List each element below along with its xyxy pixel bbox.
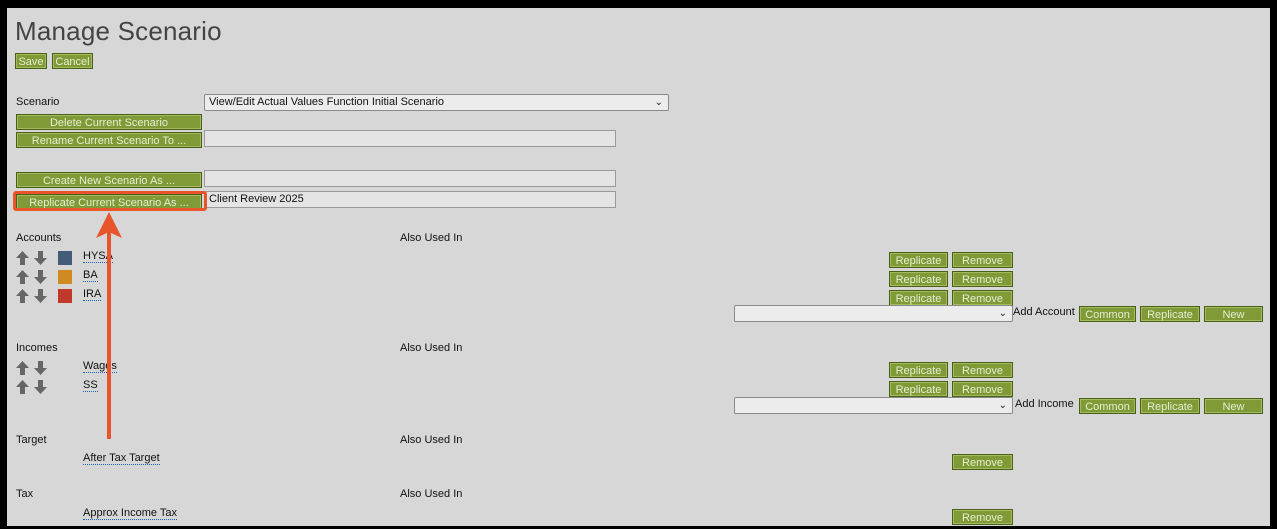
target-also-used-in: Also Used In: [400, 434, 463, 446]
arrow-down-icon[interactable]: [34, 251, 47, 265]
arrow-up-icon[interactable]: [16, 270, 29, 284]
highlight-box: [13, 191, 207, 211]
target-name[interactable]: After Tax Target: [83, 452, 160, 465]
scenario-select-value: View/Edit Actual Values Function Initial…: [209, 96, 445, 108]
accounts-also-used-in: Also Used In: [400, 232, 463, 244]
scenario-select[interactable]: View/Edit Actual Values Function Initial…: [204, 94, 669, 111]
remove-button[interactable]: Remove: [952, 381, 1013, 397]
annotation-arrow-shaft: [107, 226, 111, 439]
tax-name[interactable]: Approx Income Tax: [83, 507, 177, 520]
arrow-up-icon[interactable]: [16, 251, 29, 265]
add-account-label: Add Account: [1013, 306, 1075, 318]
account-name[interactable]: IRA: [83, 288, 102, 301]
tax-header: Tax: [16, 488, 34, 500]
remove-button[interactable]: Remove: [952, 509, 1013, 525]
remove-button[interactable]: Remove: [952, 454, 1013, 470]
incomes-header: Incomes: [16, 342, 58, 354]
replicate-button[interactable]: Replicate: [889, 362, 948, 378]
incomes-also-used-in: Also Used In: [400, 342, 463, 354]
page-title: Manage Scenario: [15, 16, 222, 46]
chevron-down-icon: ⌄: [654, 97, 663, 108]
scenario-label: Scenario: [16, 96, 60, 108]
chevron-down-icon: ⌄: [998, 400, 1007, 411]
tax-also-used-in: Also Used In: [400, 488, 463, 500]
arrow-up-icon[interactable]: [16, 289, 29, 303]
add-account-select[interactable]: ⌄: [734, 305, 1013, 322]
remove-button[interactable]: Remove: [952, 362, 1013, 378]
account-color-swatch[interactable]: [58, 270, 72, 284]
account-color-swatch[interactable]: [58, 251, 72, 265]
account-name[interactable]: BA: [83, 269, 98, 282]
create-scenario-input[interactable]: [204, 170, 616, 187]
chevron-down-icon: ⌄: [998, 308, 1007, 319]
delete-scenario-button[interactable]: Delete Current Scenario: [16, 114, 202, 130]
arrow-down-icon[interactable]: [34, 361, 47, 375]
income-name[interactable]: SS: [83, 379, 98, 392]
add-income-label: Add Income: [1015, 398, 1074, 410]
rename-scenario-button[interactable]: Rename Current Scenario To ...: [16, 132, 202, 148]
replicate-button[interactable]: Replicate: [889, 252, 948, 268]
remove-button[interactable]: Remove: [952, 290, 1013, 306]
common-button[interactable]: Common: [1079, 398, 1136, 414]
arrow-up-icon[interactable]: [16, 361, 29, 375]
save-button[interactable]: Save: [15, 53, 47, 69]
target-header: Target: [16, 434, 47, 446]
manage-scenario-panel: Manage Scenario Save Cancel Scenario Vie…: [7, 8, 1270, 526]
new-income-button[interactable]: New: [1204, 398, 1263, 414]
replicate-button[interactable]: Replicate: [889, 290, 948, 306]
accounts-header: Accounts: [16, 232, 62, 244]
income-name[interactable]: Wages: [83, 360, 117, 373]
replicate-button[interactable]: Replicate: [889, 381, 948, 397]
arrow-down-icon[interactable]: [34, 289, 47, 303]
rename-scenario-input[interactable]: [204, 130, 616, 147]
arrow-up-icon[interactable]: [16, 380, 29, 394]
add-income-select[interactable]: ⌄: [734, 397, 1013, 414]
common-button[interactable]: Common: [1079, 306, 1136, 322]
create-scenario-button[interactable]: Create New Scenario As ...: [16, 172, 202, 188]
remove-button[interactable]: Remove: [952, 252, 1013, 268]
new-account-button[interactable]: New: [1204, 306, 1263, 322]
replicate-button[interactable]: Replicate: [1140, 306, 1200, 322]
account-color-swatch[interactable]: [58, 289, 72, 303]
remove-button[interactable]: Remove: [952, 271, 1013, 287]
arrow-down-icon[interactable]: [34, 380, 47, 394]
replicate-scenario-input[interactable]: Client Review 2025: [204, 191, 616, 208]
replicate-button[interactable]: Replicate: [889, 271, 948, 287]
cancel-button[interactable]: Cancel: [52, 53, 93, 69]
replicate-button[interactable]: Replicate: [1140, 398, 1200, 414]
arrow-down-icon[interactable]: [34, 270, 47, 284]
